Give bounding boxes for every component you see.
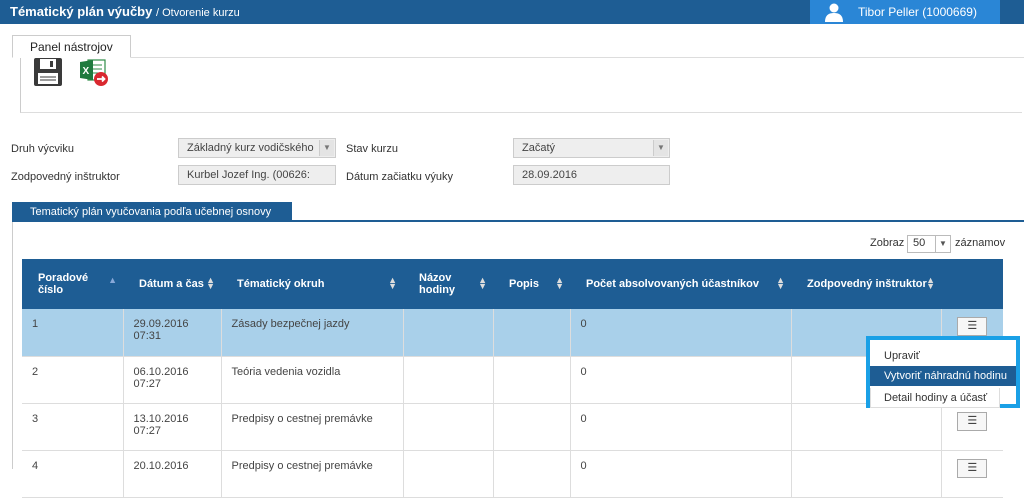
cell-actions: ☰ — [941, 403, 1003, 451]
cell-date: 13.10.2016 — [133, 412, 189, 425]
cell-okruh: Teória vedenia vozidla — [221, 356, 404, 404]
chevron-down-icon: ▼ — [935, 236, 950, 252]
cell-datum: 20.10.2016 — [123, 450, 222, 498]
cell-pocet: 0 — [570, 309, 792, 357]
excel-export-icon[interactable]: X — [79, 57, 109, 87]
cell-popis — [493, 403, 571, 451]
column-header-popis[interactable]: Popis ▲ ▼ — [493, 259, 570, 309]
cell-okruh: Predpisy o cestnej premávke — [221, 403, 404, 451]
toolbar-panel — [20, 57, 1022, 113]
page-size-value: 50 — [913, 237, 926, 249]
user-icon — [825, 3, 843, 22]
sort-icon: ▲ ▼ — [388, 275, 397, 291]
sort-icon: ▲ ▼ — [555, 275, 564, 291]
cell-cislo: 1 — [22, 309, 124, 357]
cell-actions: ☰ — [941, 450, 1003, 498]
chevron-down-icon: ▼ — [653, 140, 668, 156]
records-label: záznamov — [955, 237, 1006, 249]
cell-instruktor — [791, 450, 942, 498]
cell-time: 07:27 — [133, 377, 162, 390]
table-row[interactable]: 4 20.10.2016 Predpisy o cestnej premávke… — [22, 450, 1003, 498]
cell-cislo: 4 — [22, 450, 124, 498]
cell-popis — [493, 309, 571, 357]
column-header-label: Zodpovedný inštruktor — [807, 278, 927, 290]
cell-datum: 13.10.2016 07:27 — [123, 403, 222, 451]
sort-icon: ▲ ▼ — [926, 275, 935, 291]
cell-instruktor — [791, 403, 942, 451]
sort-icon: ▲ ▼ — [206, 275, 215, 291]
druh-vycviku-label: Druh výcviku — [11, 143, 74, 155]
column-header-pocet[interactable]: Počet absolvovaných účastníkov ▲ ▼ — [570, 259, 791, 309]
column-header-okruh[interactable]: Tématický okruh ▲ ▼ — [221, 259, 403, 309]
cell-cislo: 2 — [22, 356, 124, 404]
row-menu-icon[interactable]: ☰ — [957, 411, 988, 431]
cell-cislo: 3 — [22, 403, 124, 451]
toolbar-panel-tab[interactable]: Panel nástrojov — [12, 35, 131, 58]
column-header-datum[interactable]: Dátum a čas ▲ ▼ — [123, 259, 221, 309]
datum-zaciatku-field[interactable]: 28.09.2016 — [513, 165, 670, 185]
user-name: Tibor Peller (1000669) — [858, 5, 977, 19]
page-size-select[interactable]: 50 ▼ — [907, 235, 951, 253]
table-row[interactable]: 1 29.09.2016 07:31 Zásady bezpečnej jazdy… — [22, 309, 1003, 357]
show-label: Zobraz — [870, 237, 905, 249]
svg-text:X: X — [83, 66, 90, 77]
column-header-label: Popis — [509, 278, 539, 290]
cell-datum: 06.10.2016 07:27 — [123, 356, 222, 404]
stav-kurzu-label: Stav kurzu — [346, 143, 398, 155]
page-title: Tématický plán výučby / Otvorenie kurzu — [10, 4, 240, 19]
druh-vycviku-value: Základný kurz vodičského — [187, 142, 314, 154]
sort-icon: ▲ ▼ — [776, 275, 785, 291]
menu-item-detail-hodiny[interactable]: Detail hodiny a účasť — [870, 388, 1000, 408]
page-subtitle: / Otvorenie kurzu — [155, 7, 240, 19]
column-header-cislo[interactable]: Poradové číslo ▲ — [22, 259, 123, 309]
cell-date: 20.10.2016 — [133, 459, 189, 472]
column-header-nazov[interactable]: Názov hodiny ▲ ▼ — [403, 259, 493, 309]
instruktor-label: Zodpovedný inštruktor — [11, 171, 120, 183]
page-title-text: Tématický plán výučby — [10, 4, 153, 19]
druh-vycviku-select[interactable]: Základný kurz vodičského ▼ — [178, 138, 336, 158]
top-bar: Tématický plán výučby / Otvorenie kurzu … — [0, 0, 1024, 24]
stav-kurzu-value: Začatý — [522, 142, 556, 154]
column-header-label: Poradové číslo — [38, 272, 89, 296]
chevron-down-icon: ▼ — [319, 140, 334, 156]
column-header-label: Názov hodiny — [419, 272, 456, 296]
cell-date: 06.10.2016 — [133, 365, 189, 378]
cell-nazov — [403, 309, 494, 357]
row-menu-icon[interactable]: ☰ — [957, 458, 988, 478]
cell-nazov — [403, 356, 494, 404]
cell-okruh: Zásady bezpečnej jazdy — [221, 309, 404, 357]
datum-zaciatku-label: Dátum začiatku výuky — [346, 171, 453, 183]
cell-popis — [493, 356, 571, 404]
column-header-instruktor[interactable]: Zodpovedný inštruktor ▲ ▼ — [791, 259, 941, 309]
lesson-plan-table: Poradové číslo ▲ Dátum a čas ▲ ▼ Tématický … — [22, 259, 1003, 498]
column-header-label: Dátum a čas — [139, 278, 204, 290]
cell-time: 07:31 — [133, 330, 162, 342]
table-row[interactable]: 2 06.10.2016 07:27 Teória vedenia vozidla… — [22, 356, 1003, 404]
menu-item-upravit[interactable]: Upraviť — [870, 346, 1016, 366]
cell-pocet: 0 — [570, 450, 792, 498]
menu-item-vytvorit-nahradnu-hodinu[interactable]: Vytvoriť náhradnú hodinu — [870, 366, 1016, 386]
user-menu[interactable]: Tibor Peller (1000669) — [810, 0, 1000, 24]
stav-kurzu-select[interactable]: Začatý ▼ — [513, 138, 670, 158]
column-header-label: Tématický okruh — [237, 278, 325, 290]
cell-nazov — [403, 403, 494, 451]
table-row[interactable]: 3 13.10.2016 07:27 Predpisy o cestnej pre… — [22, 403, 1003, 451]
cell-time: 07:27 — [133, 424, 162, 437]
section-tab[interactable]: Tematický plán vyučovania podľa učebnej … — [12, 202, 292, 222]
cell-datum: 29.09.2016 07:31 — [123, 309, 222, 357]
table-header-row: Poradové číslo ▲ Dátum a čas ▲ ▼ Tématický … — [22, 259, 1003, 309]
cell-nazov — [403, 450, 494, 498]
cell-okruh: Predpisy o cestnej premávke — [221, 450, 404, 498]
cell-pocet: 0 — [570, 356, 792, 404]
sort-asc-icon: ▲ — [108, 275, 117, 285]
cell-pocet: 0 — [570, 403, 792, 451]
sort-icon: ▲ ▼ — [478, 275, 487, 291]
column-header-label: Počet absolvovaných účastníkov — [586, 278, 760, 290]
save-icon[interactable] — [33, 57, 63, 87]
row-menu-icon[interactable]: ☰ — [957, 317, 988, 336]
column-header-actions — [941, 259, 1003, 309]
cell-date: 29.09.2016 — [133, 318, 189, 330]
cell-popis — [493, 450, 571, 498]
instruktor-field[interactable]: Kurbel Jozef Ing. (00626: — [178, 165, 336, 185]
